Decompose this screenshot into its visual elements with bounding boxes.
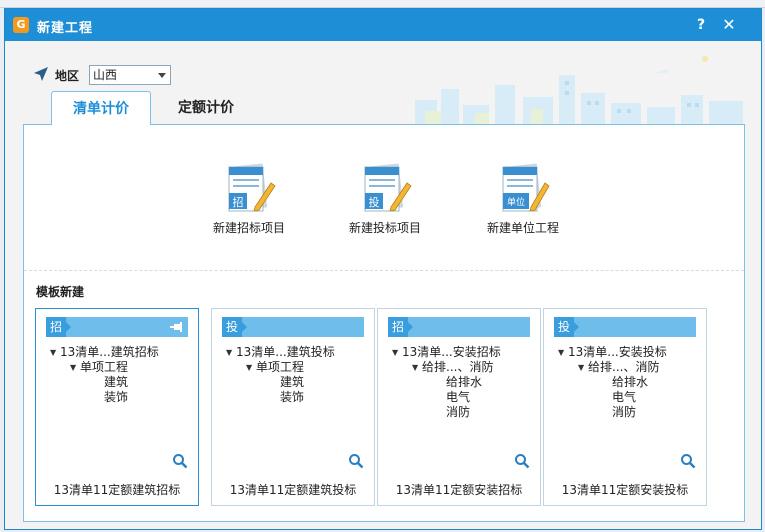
tree-node-child[interactable]: ▼ 给排...、消防	[558, 360, 667, 375]
tree-node-root[interactable]: ▼ 13清单...建筑投标	[226, 345, 335, 360]
template-tree: ▼ 13清单...建筑招标 ▼ 单项工程 建筑 装饰	[50, 345, 159, 405]
svg-text:招: 招	[233, 195, 244, 209]
template-card[interactable]: 投 ▼ 13清单...建筑投标 ▼ 单项工程 建筑 装饰 13清单11定额建筑投标	[211, 308, 375, 506]
tree-node-root[interactable]: ▼ 13清单...建筑招标	[50, 345, 159, 360]
template-card[interactable]: 投 ▼ 13清单...安装投标 ▼ 给排...、消防 给排水 电气 消防 13清单1…	[543, 308, 707, 506]
tree-node-leaf[interactable]: 建筑	[226, 375, 335, 390]
chevron-down-icon	[158, 73, 166, 78]
tree-node-leaf[interactable]: 建筑	[50, 375, 159, 390]
template-card-tag: 招	[388, 317, 413, 337]
template-card-header: 投	[554, 317, 696, 337]
tree-expand-icon: ▼	[70, 363, 77, 372]
tab-quota-pricing[interactable]: 定额计价	[161, 91, 251, 125]
template-card-tag: 投	[222, 317, 247, 337]
city-skyline-illustration	[415, 56, 743, 127]
tree-node-child[interactable]: ▼ 单项工程	[226, 360, 335, 375]
template-card-caption: 13清单11定额安装投标	[561, 483, 689, 497]
tree-expand-icon: ▼	[558, 348, 565, 357]
template-card-caption: 13清单11定额建筑招标	[53, 483, 181, 497]
template-section-heading: 模板新建	[36, 285, 85, 299]
new-bid-project-button[interactable]: 投 新建投标项目	[320, 163, 450, 236]
tree-expand-icon: ▼	[392, 348, 399, 357]
pin-icon[interactable]	[170, 320, 184, 334]
tab-panel: 招 新建招标项目 投 新建投标项目 单位 新建单位工程 模板新建 招 ▼ 13清…	[23, 124, 745, 522]
tree-node-leaf[interactable]: 消防	[558, 405, 667, 420]
new-bid-project-label: 新建投标项目	[348, 221, 421, 235]
section-divider	[24, 270, 744, 271]
tree-node-root[interactable]: ▼ 13清单...安装投标	[558, 345, 667, 360]
tree-expand-icon: ▼	[246, 363, 253, 372]
new-unit-project-button[interactable]: 单位 新建单位工程	[458, 163, 588, 236]
magnifier-icon[interactable]	[172, 453, 188, 469]
region-select-value: 山西	[93, 68, 118, 82]
template-tree: ▼ 13清单...安装招标 ▼ 给排...、消防 给排水 电气 消防	[392, 345, 501, 420]
tree-node-leaf[interactable]: 装饰	[226, 390, 335, 405]
new-unit-project-label: 新建单位工程	[486, 221, 559, 235]
svg-text:投: 投	[369, 195, 380, 209]
new-tender-project-label: 新建招标项目	[212, 221, 285, 235]
tree-expand-icon: ▼	[578, 363, 585, 372]
magnifier-icon[interactable]	[680, 453, 696, 469]
new-project-dialog: G 新建工程 ? ✕ 地区 山西 清单计价 定额计价 招 新建招标项目 投 新建…	[4, 8, 762, 530]
template-card[interactable]: 招 ▼ 13清单...安装招标 ▼ 给排...、消防 给排水 电气 消防 13清单1…	[377, 308, 541, 506]
new-tender-project-button[interactable]: 招 新建招标项目	[184, 163, 314, 236]
template-card-tag: 招	[46, 317, 71, 337]
background-toolbar	[0, 0, 765, 8]
tree-node-leaf[interactable]: 电气	[558, 390, 667, 405]
region-select[interactable]: 山西	[89, 65, 171, 85]
template-card-header: 投	[222, 317, 364, 337]
magnifier-icon[interactable]	[514, 453, 530, 469]
template-card-caption: 13清单11定额建筑投标	[229, 483, 357, 497]
svg-text:单位: 单位	[507, 196, 525, 208]
tree-node-leaf[interactable]: 给排水	[558, 375, 667, 390]
tree-node-leaf[interactable]: 电气	[392, 390, 501, 405]
magnifier-icon[interactable]	[348, 453, 364, 469]
template-card-header: 招	[46, 317, 188, 337]
template-card-header: 招	[388, 317, 530, 337]
tree-node-leaf[interactable]: 消防	[392, 405, 501, 420]
dialog-title: 新建工程	[37, 21, 94, 36]
region-label: 地区	[55, 69, 80, 83]
location-arrow-icon	[34, 67, 48, 81]
tree-node-leaf[interactable]: 装饰	[50, 390, 159, 405]
tree-expand-icon: ▼	[226, 348, 233, 357]
tree-node-child[interactable]: ▼ 给排...、消防	[392, 360, 501, 375]
close-button[interactable]: ✕	[719, 15, 739, 35]
tree-node-root[interactable]: ▼ 13清单...安装招标	[392, 345, 501, 360]
tree-node-child[interactable]: ▼ 单项工程	[50, 360, 159, 375]
template-tree: ▼ 13清单...建筑投标 ▼ 单项工程 建筑 装饰	[226, 345, 335, 405]
tender-document-icon: 招	[228, 163, 276, 212]
help-button[interactable]: ?	[691, 15, 711, 35]
unit-document-icon: 单位	[502, 163, 550, 212]
app-logo-icon: G	[13, 17, 29, 33]
tree-expand-icon: ▼	[412, 363, 419, 372]
tab-bill-pricing[interactable]: 清单计价	[51, 91, 151, 125]
tree-node-leaf[interactable]: 给排水	[392, 375, 501, 390]
bid-document-icon: 投	[364, 163, 412, 212]
template-card[interactable]: 招 ▼ 13清单...建筑招标 ▼ 单项工程 建筑 装饰 13清单11定额建筑招标	[35, 308, 199, 506]
dialog-titlebar[interactable]: G 新建工程 ? ✕	[5, 9, 761, 41]
tree-expand-icon: ▼	[50, 348, 57, 357]
template-card-tag: 投	[554, 317, 579, 337]
template-card-caption: 13清单11定额安装招标	[395, 483, 523, 497]
template-tree: ▼ 13清单...安装投标 ▼ 给排...、消防 给排水 电气 消防	[558, 345, 667, 420]
